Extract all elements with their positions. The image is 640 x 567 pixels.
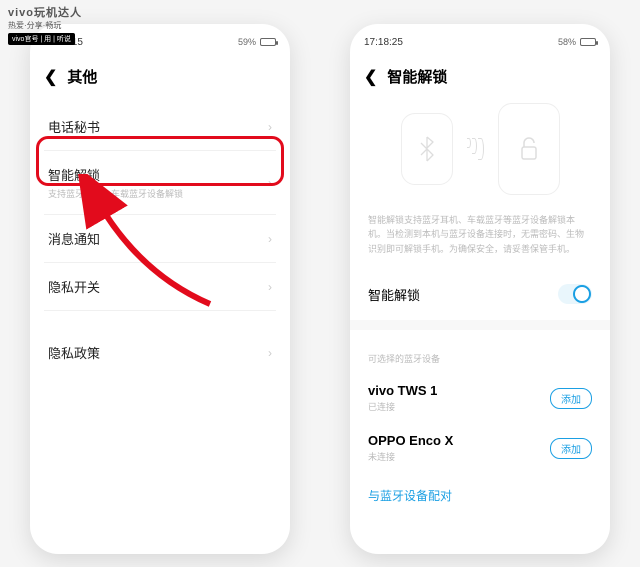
watermark-brand: vivo玩机达人 bbox=[8, 4, 82, 20]
item-sub: 支持蓝牙耳机、车载蓝牙设备解锁 bbox=[48, 187, 183, 200]
chevron-right-icon: › bbox=[268, 346, 272, 360]
item-label: 隐私政策 bbox=[48, 343, 100, 362]
item-privacy-policy[interactable]: 隐私政策 › bbox=[44, 329, 276, 376]
feature-description: 智能解锁支持蓝牙耳机、车载蓝牙等蓝牙设备解锁本机。当检测到本机与蓝牙设备连接时，… bbox=[364, 209, 596, 272]
chevron-right-icon: › bbox=[268, 280, 272, 294]
pair-bluetooth-link[interactable]: 与蓝牙设备配对 bbox=[364, 473, 596, 518]
watermark: vivo玩机达人 热爱·分享·畅玩 vivo官号 | 用 | 听说 bbox=[8, 4, 82, 45]
back-icon[interactable]: ❮ bbox=[44, 67, 57, 87]
illustration bbox=[364, 103, 596, 195]
chevron-right-icon: › bbox=[268, 176, 272, 190]
watermark-sub: 热爱·分享·畅玩 bbox=[8, 20, 82, 31]
item-label: 智能解锁 bbox=[48, 165, 183, 184]
item-message-notify[interactable]: 消息通知 › bbox=[44, 215, 276, 263]
device-row: OPPO Enco X 未连接 添加 bbox=[364, 423, 596, 473]
device-state: 未连接 bbox=[368, 450, 453, 463]
status-right: 59% bbox=[238, 37, 276, 47]
item-label: 隐私开关 bbox=[48, 277, 100, 296]
phone-smart-unlock: 17:18:25 58% ❮ 智能解锁 bbox=[350, 24, 610, 554]
unlock-card bbox=[498, 103, 560, 195]
signal-icon bbox=[467, 138, 484, 160]
phone-settings-other: 17:17:15 59% ❮ 其他 电话秘书 › 智能解锁 支持蓝牙耳机、车载蓝… bbox=[30, 24, 290, 554]
phone-pair: 17:17:15 59% ❮ 其他 电话秘书 › 智能解锁 支持蓝牙耳机、车载蓝… bbox=[0, 0, 640, 564]
page-title: 智能解锁 bbox=[387, 66, 447, 87]
chevron-right-icon: › bbox=[268, 120, 272, 134]
bluetooth-card bbox=[401, 113, 453, 185]
watermark-badge: vivo官号 | 用 | 听说 bbox=[8, 33, 75, 45]
device-row: vivo TWS 1 已连接 添加 bbox=[364, 373, 596, 423]
toggle-label: 智能解锁 bbox=[368, 285, 420, 304]
item-label: 消息通知 bbox=[48, 229, 100, 248]
add-device-button[interactable]: 添加 bbox=[550, 388, 592, 409]
battery-icon bbox=[260, 38, 276, 46]
device-name: OPPO Enco X bbox=[368, 433, 453, 448]
bluetooth-icon bbox=[418, 136, 436, 162]
device-name: vivo TWS 1 bbox=[368, 383, 437, 398]
status-time: 17:18:25 bbox=[364, 37, 403, 48]
add-device-button[interactable]: 添加 bbox=[550, 438, 592, 459]
item-label: 电话秘书 bbox=[48, 117, 100, 136]
unlock-icon bbox=[517, 135, 541, 163]
page-title: 其他 bbox=[67, 66, 97, 87]
item-smart-unlock[interactable]: 智能解锁 支持蓝牙耳机、车载蓝牙设备解锁 › bbox=[44, 151, 276, 215]
page-header: ❮ 智能解锁 bbox=[364, 66, 596, 87]
status-right: 58% bbox=[558, 37, 596, 47]
device-state: 已连接 bbox=[368, 400, 437, 413]
devices-header: 可选择的蓝牙设备 bbox=[364, 334, 596, 373]
battery-icon bbox=[580, 38, 596, 46]
smart-unlock-toggle-row: 智能解锁 bbox=[364, 272, 596, 316]
chevron-right-icon: › bbox=[268, 232, 272, 246]
item-privacy-switch[interactable]: 隐私开关 › bbox=[44, 263, 276, 311]
back-icon[interactable]: ❮ bbox=[364, 67, 377, 87]
section-divider bbox=[350, 320, 610, 330]
page-header: ❮ 其他 bbox=[44, 66, 276, 87]
item-phone-secretary[interactable]: 电话秘书 › bbox=[44, 103, 276, 151]
status-bar: 17:18:25 58% bbox=[364, 32, 596, 52]
smart-unlock-toggle[interactable] bbox=[558, 284, 592, 304]
